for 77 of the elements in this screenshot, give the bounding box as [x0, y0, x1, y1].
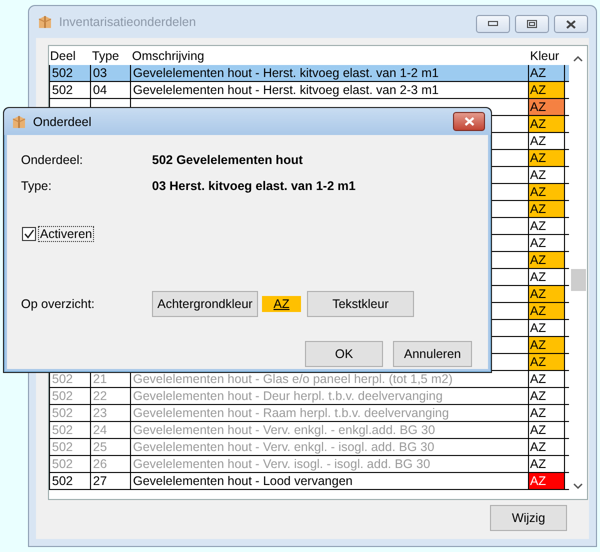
close-icon: [566, 20, 576, 28]
color-cell: AZ: [529, 82, 565, 98]
color-cell: AZ: [529, 371, 565, 387]
table-cell: 502: [49, 65, 91, 81]
column-header[interactable]: Kleur: [529, 48, 565, 62]
color-cell: AZ: [529, 354, 565, 370]
color-cell: AZ: [529, 320, 565, 336]
color-sample: AZ: [262, 296, 301, 312]
color-cell: AZ: [529, 99, 565, 115]
color-cell: AZ: [529, 439, 565, 455]
close-button[interactable]: [554, 15, 588, 33]
table-cell: 502: [49, 422, 91, 438]
table-cell: 03: [91, 65, 131, 81]
edit-button[interactable]: Wijzig: [490, 505, 567, 531]
color-cell: AZ: [529, 337, 565, 353]
table-row[interactable]: 502 04 Gevelelementen hout - Herst. kitvoeg elast. van 2-3 m1 AZ: [49, 82, 569, 99]
scroll-thumb[interactable]: [570, 269, 586, 291]
ok-button[interactable]: OK: [305, 341, 383, 367]
text-color-button[interactable]: Tekstkleur: [307, 291, 414, 317]
table-cell: 26: [91, 456, 131, 472]
color-cell: AZ: [529, 116, 565, 132]
maximize-icon: [527, 20, 537, 28]
color-cell: AZ: [529, 184, 565, 200]
table-cell: 04: [91, 82, 131, 98]
scroll-down-icon[interactable]: [572, 481, 584, 491]
field-value: 502 Gevelelementen hout: [152, 153, 304, 167]
color-cell: AZ: [529, 473, 565, 489]
color-cell: AZ: [529, 150, 565, 166]
checkbox-label[interactable]: Activeren: [38, 226, 94, 242]
color-cell: AZ: [529, 269, 565, 285]
color-cell: AZ: [529, 422, 565, 438]
color-cell: AZ: [529, 286, 565, 302]
color-cell: AZ: [529, 201, 565, 217]
color-cell: AZ: [529, 388, 565, 404]
dialog-title: Onderdeel: [33, 114, 92, 128]
minimize-icon: [488, 21, 498, 27]
color-cell: AZ: [529, 133, 565, 149]
table-cell: 502: [49, 456, 91, 472]
close-button[interactable]: [453, 112, 485, 131]
table-cell: 27: [91, 473, 131, 489]
table-row[interactable]: 502 03 Gevelelementen hout - Herst. kitvoeg elast. van 1-2 m1 AZ: [49, 65, 569, 82]
field-label: Type:: [21, 179, 53, 193]
table-cell: Gevelelementen hout - Herst. kitvoeg elast. van 1-2 m1: [131, 65, 529, 81]
color-cell: AZ: [529, 252, 565, 268]
field-value: 03 Herst. kitvoeg elast. van 1-2 m1: [152, 179, 357, 193]
table-cell: 24: [91, 422, 131, 438]
maximize-button[interactable]: [515, 15, 549, 33]
color-cell: AZ: [529, 235, 565, 251]
table-cell: 502: [49, 439, 91, 455]
scroll-up-icon[interactable]: [572, 54, 584, 64]
minimize-button[interactable]: [476, 15, 510, 33]
field-label: Onderdeel:: [21, 153, 84, 167]
column-header[interactable]: Omschrijving: [131, 48, 529, 62]
table-cell: 502: [49, 473, 91, 489]
table-cell: 22: [91, 388, 131, 404]
table-cell: 502: [49, 82, 91, 98]
table-row[interactable]: 502 27 Gevelelementen hout - Lood vervangen AZ: [49, 473, 569, 490]
color-cell: AZ: [529, 218, 565, 234]
column-header[interactable]: Type: [91, 48, 131, 62]
table-cell: 502: [49, 388, 91, 404]
checkbox[interactable]: [22, 227, 36, 241]
color-cell: AZ: [529, 405, 565, 421]
close-icon: [464, 117, 474, 126]
box-icon: [37, 14, 53, 30]
table-cell: 23: [91, 405, 131, 421]
color-cell: AZ: [529, 65, 565, 81]
background-color-button[interactable]: Achtergrondkleur: [152, 291, 258, 317]
box-icon: [11, 114, 27, 130]
field-label: Op overzicht:: [21, 297, 96, 311]
window-title: Inventarisatieonderdelen: [59, 15, 197, 29]
cancel-button[interactable]: Annuleren: [393, 341, 472, 367]
column-header[interactable]: Deel: [49, 48, 91, 62]
color-cell: AZ: [529, 456, 565, 472]
table-cell: 25: [91, 439, 131, 455]
color-cell: AZ: [529, 167, 565, 183]
color-cell: AZ: [529, 303, 565, 319]
table-cell: 502: [49, 405, 91, 421]
